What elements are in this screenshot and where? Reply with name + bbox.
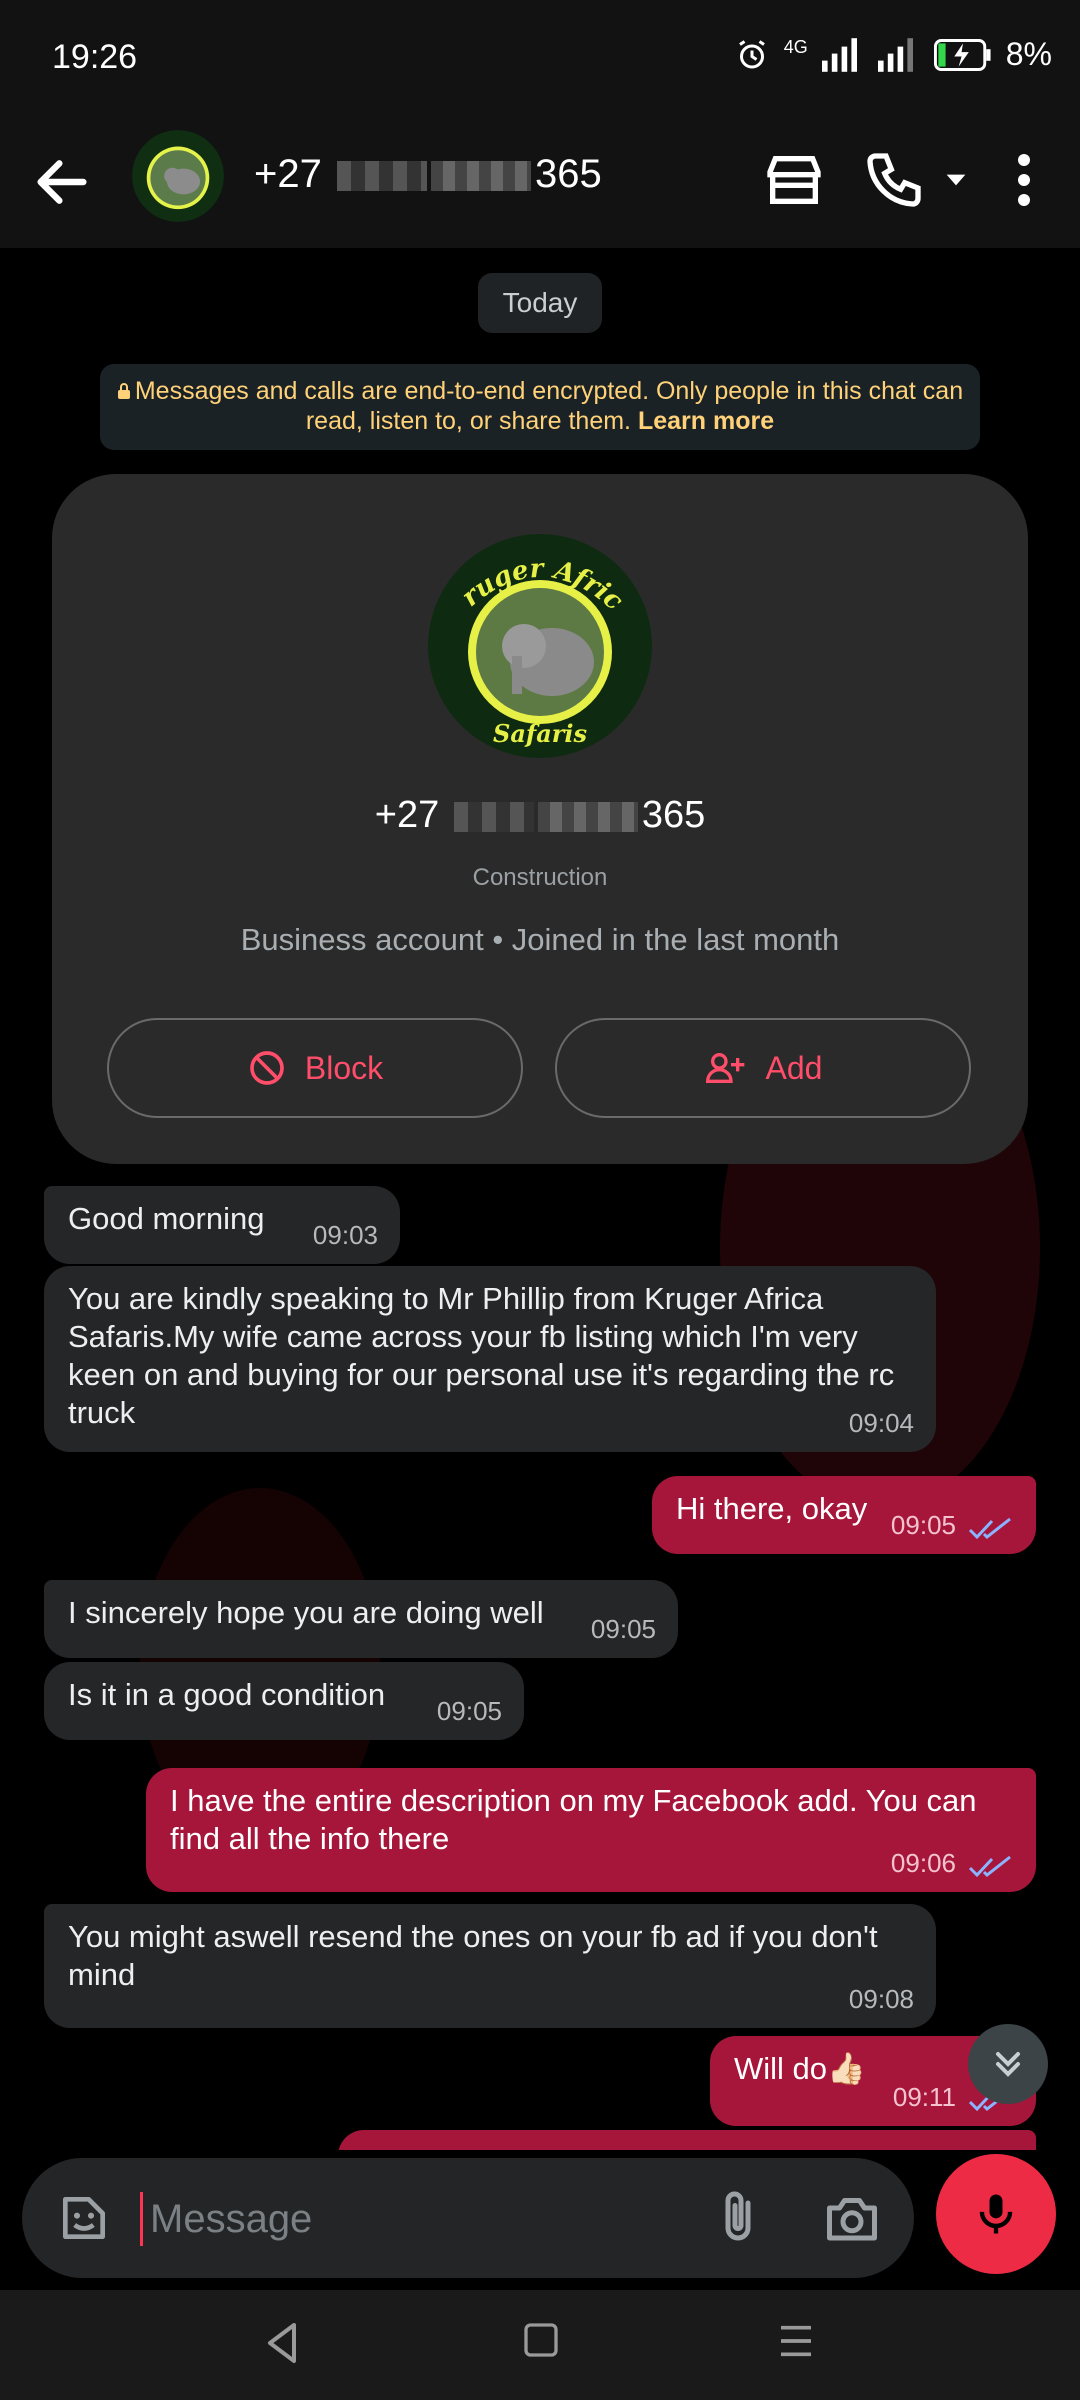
double-check-icon	[968, 1517, 1011, 1540]
chat-area[interactable]: Today Messages and calls are end-to-end …	[0, 248, 1080, 2150]
status-icons: 4G 8%	[734, 36, 1052, 73]
text-caret	[140, 2192, 143, 2246]
paperclip-icon[interactable]	[708, 2188, 768, 2248]
message-time: 09:03	[312, 1220, 378, 1250]
avatar[interactable]	[132, 130, 224, 222]
network-type: 4G	[783, 37, 808, 57]
chevron-down-icon[interactable]	[940, 164, 972, 196]
encryption-text: Messages and calls are end-to-end encryp…	[134, 377, 964, 435]
store-icon[interactable]	[762, 148, 826, 212]
double-check-icon	[968, 1855, 1011, 1878]
add-label: Add	[765, 1049, 823, 1086]
message-incoming[interactable]: Good morning 09:03	[44, 1186, 400, 1264]
block-icon	[250, 1051, 284, 1085]
double-chevron-down-icon	[996, 2052, 1020, 2077]
number-prefix: +27	[254, 152, 322, 196]
message-incoming[interactable]: Is it in a good condition 09:05	[44, 1662, 524, 1740]
message-composer	[22, 2158, 914, 2278]
message-time: 09:04	[848, 1408, 914, 1438]
phone-icon[interactable]	[862, 148, 926, 212]
encryption-notice[interactable]: Messages and calls are end-to-end encryp…	[100, 364, 980, 450]
message-text: Good morning	[68, 1201, 265, 1236]
message-input[interactable]	[148, 2186, 672, 2252]
voice-message-button[interactable]	[936, 2154, 1056, 2274]
sticker-icon[interactable]	[56, 2190, 112, 2246]
composer-bar	[0, 2150, 1080, 2290]
number-suffix: 365	[534, 152, 602, 196]
contact-number[interactable]: +27 365	[254, 152, 602, 197]
more-vert-icon[interactable]	[1000, 148, 1048, 212]
message-time: 09:08	[848, 1984, 914, 2014]
business-profile-card: Kruger Africa Safaris +27 365 Constructi…	[52, 474, 1028, 1164]
scroll-to-bottom-button[interactable]	[968, 2024, 1048, 2104]
status-time: 19:26	[52, 38, 138, 76]
business-logo: Kruger Africa Safaris	[428, 534, 652, 758]
number-prefix: +27	[374, 794, 440, 836]
date-chip: Today	[478, 273, 602, 333]
logo-text-bottom: Safaris	[493, 719, 588, 748]
nav-back-icon[interactable]	[262, 2318, 302, 2368]
add-person-icon	[705, 1053, 744, 1083]
message-incoming[interactable]: You are kindly speaking to Mr Phillip fr…	[44, 1266, 936, 1452]
battery-charging-icon	[933, 38, 991, 71]
alarm-icon	[738, 39, 765, 68]
learn-more-link[interactable]: Learn more	[638, 407, 774, 435]
message-text: You are kindly speaking to Mr Phillip fr…	[68, 1281, 895, 1430]
battery-percent: 8%	[1005, 36, 1052, 72]
profile-category: Construction	[472, 864, 608, 891]
system-nav-bar	[0, 2290, 1080, 2400]
message-incoming[interactable]: You might aswell resend the ones on your…	[44, 1904, 936, 2028]
nav-recents-icon[interactable]	[776, 2320, 816, 2362]
number-suffix: 365	[641, 794, 706, 836]
mic-icon	[979, 2194, 1013, 2234]
redacted-digits-2	[430, 161, 531, 192]
status-bar: 19:26 4G 8%	[0, 0, 1080, 120]
redacted-digits	[336, 161, 427, 192]
message-text: Is it in a good condition	[68, 1677, 386, 1712]
block-label: Block	[304, 1049, 384, 1086]
message-time: 09:05	[590, 1614, 656, 1644]
profile-info: Business account • Joined in the last mo…	[240, 922, 840, 957]
message-text: I have the entire description on my Face…	[170, 1783, 977, 1856]
profile-number: +27 365	[52, 794, 1028, 837]
message-text: You might aswell resend the ones on your…	[68, 1919, 878, 1992]
camera-icon[interactable]	[822, 2188, 882, 2248]
message-text: I sincerely hope you are doing well	[68, 1595, 544, 1630]
add-contact-button[interactable]: Add	[555, 1018, 971, 1118]
message-text: Will do👍🏻	[734, 2051, 866, 2086]
message-text: Hi there, okay	[676, 1491, 868, 1526]
redacted-digits	[453, 801, 534, 832]
signal-icon-2	[877, 37, 913, 72]
signal-icon	[821, 37, 857, 72]
nav-home-icon[interactable]	[523, 2322, 559, 2358]
message-time: 09:06	[890, 1848, 956, 1878]
message-outgoing[interactable]: I have the entire description on my Face…	[146, 1768, 1036, 1892]
message-time: 09:11	[892, 2082, 956, 2112]
message-outgoing-partial[interactable]	[338, 2130, 1036, 2150]
back-arrow-icon[interactable]	[30, 150, 94, 214]
message-time: 09:05	[890, 1510, 956, 1540]
lock-icon	[117, 383, 130, 399]
message-outgoing[interactable]: Hi there, okay 09:05	[652, 1476, 1036, 1554]
message-time: 09:05	[436, 1696, 502, 1726]
block-button[interactable]: Block	[107, 1018, 523, 1118]
redacted-digits-2	[537, 801, 638, 832]
chat-header: +27 365	[0, 120, 1080, 250]
message-incoming[interactable]: I sincerely hope you are doing well 09:0…	[44, 1580, 678, 1658]
